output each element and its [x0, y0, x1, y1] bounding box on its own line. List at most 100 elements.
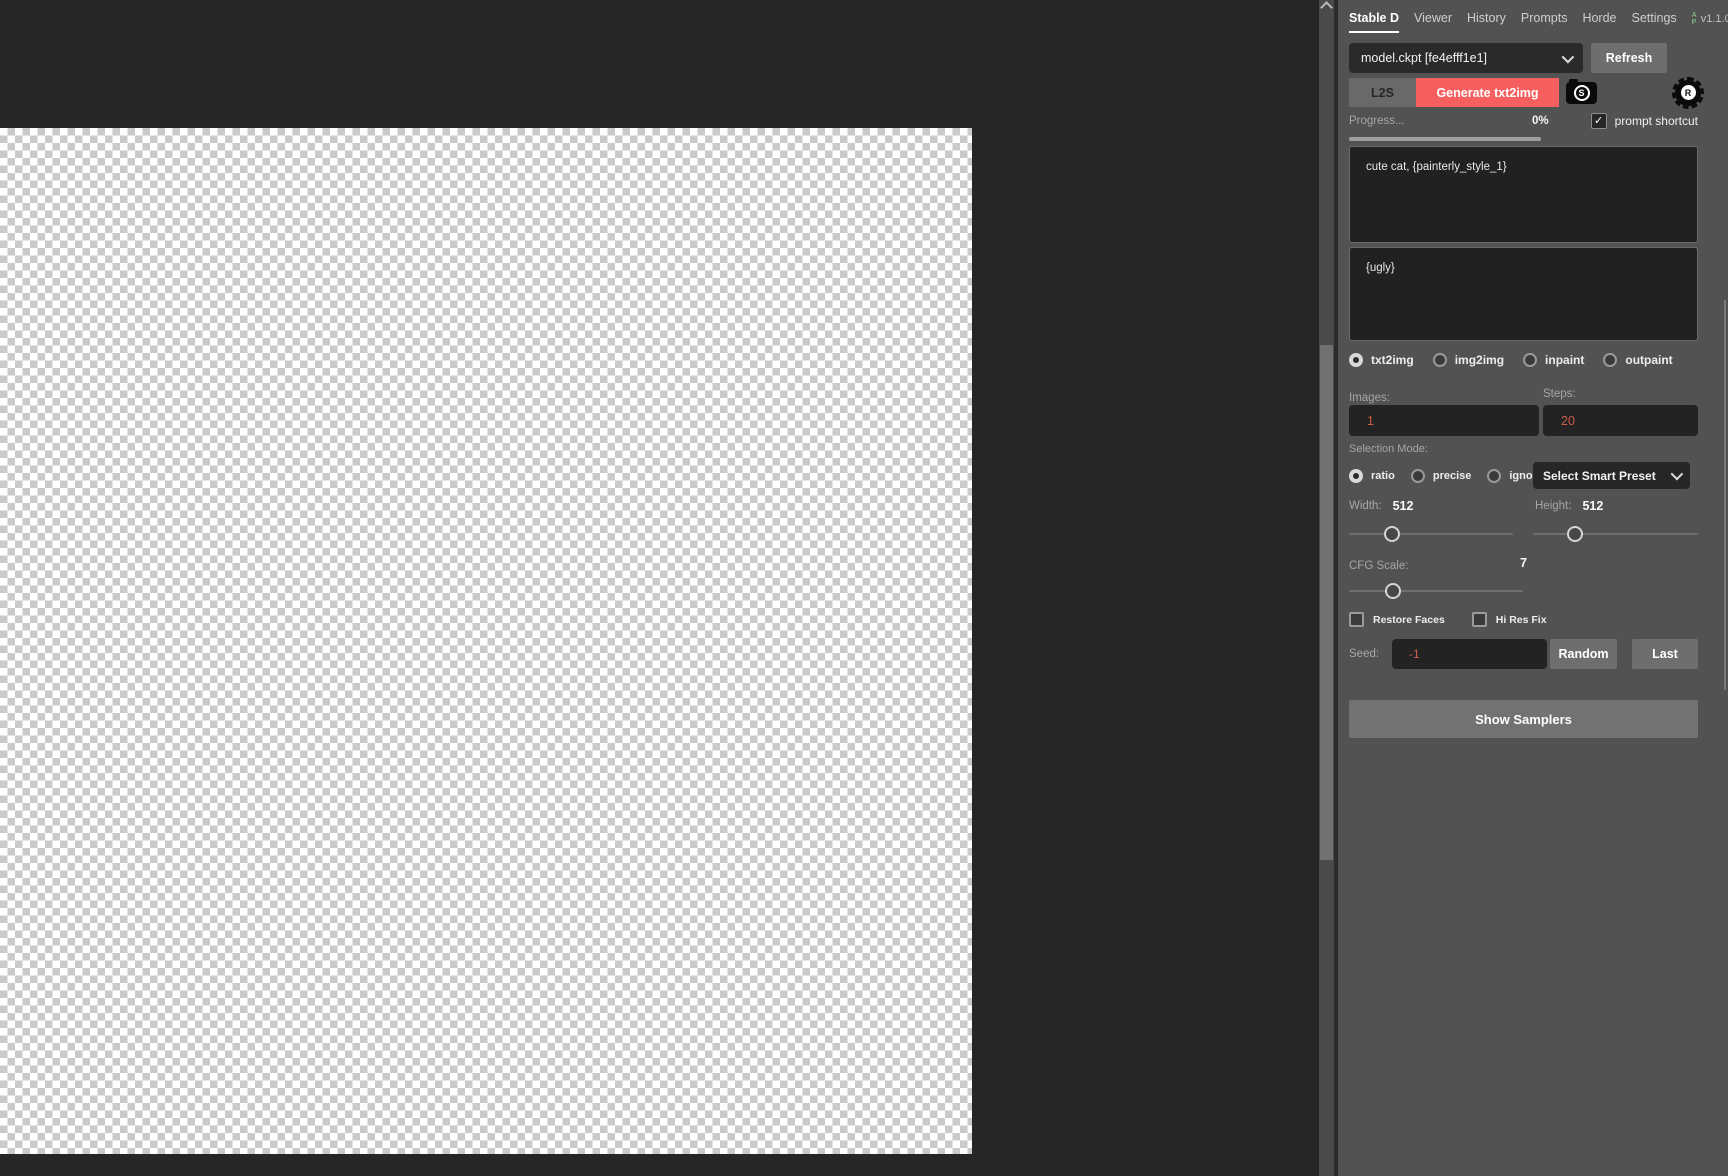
refresh-button[interactable]: Refresh	[1591, 43, 1667, 73]
cfg-scale-value: 7	[1520, 556, 1527, 570]
cfg-slider[interactable]	[1349, 582, 1523, 600]
radio-precise-label: precise	[1432, 469, 1472, 482]
random-seed-button[interactable]: Random	[1550, 639, 1617, 669]
radio-inpaint[interactable]: inpaint	[1523, 353, 1584, 367]
width-group: Width: 512	[1349, 499, 1413, 513]
fix-options-row: Restore Faces Hi Res Fix	[1349, 611, 1698, 628]
progress-percent: 0%	[1532, 115, 1549, 127]
width-value: 512	[1392, 499, 1414, 513]
tab-horde[interactable]: Horde	[1582, 11, 1616, 27]
generation-mode-radios: txt2img img2img inpaint outpaint	[1349, 352, 1698, 368]
negative-prompt-textarea[interactable]: {ugly}	[1349, 247, 1698, 341]
radio-txt2img-control[interactable]	[1349, 353, 1363, 367]
height-slider-track[interactable]	[1533, 533, 1698, 535]
cfg-slider-row	[1349, 582, 1698, 600]
selection-mode-row: ratio precise ignore Select Smart Preset	[1349, 462, 1698, 489]
radio-txt2img-label: txt2img	[1371, 353, 1414, 367]
plugin-version-group: A P v1.1.0	[1692, 12, 1728, 26]
action-row: L2S Generate txt2img S R	[1349, 76, 1704, 109]
tab-stable-d[interactable]: Stable D	[1349, 11, 1400, 33]
images-input[interactable]: 1	[1349, 405, 1539, 436]
width-height-sliders	[1349, 525, 1698, 543]
generate-txt2img-button[interactable]: Generate txt2img	[1416, 78, 1559, 107]
height-slider-thumb[interactable]	[1567, 526, 1583, 542]
restore-faces-label: Restore Faces	[1373, 613, 1445, 626]
images-steps-inputs: 1 20	[1349, 405, 1698, 436]
steps-input[interactable]: 20	[1543, 405, 1698, 436]
panel-tabs: Stable D Viewer History Prompts Horde Se…	[1349, 5, 1728, 33]
radio-inpaint-label: inpaint	[1545, 353, 1585, 367]
cfg-scale-row: CFG Scale: 7	[1349, 556, 1698, 572]
height-label: Height:	[1535, 500, 1572, 512]
gear-letter: R	[1680, 85, 1696, 100]
model-select-value: model.ckpt [fe4efff1e1]	[1361, 51, 1488, 65]
camera-snapshot-icon[interactable]: S	[1566, 78, 1597, 104]
hi-res-fix-checkbox[interactable]	[1471, 612, 1487, 627]
radio-txt2img[interactable]: txt2img	[1349, 353, 1414, 367]
width-height-labels: Width: 512 Height: 512	[1349, 499, 1698, 513]
radio-img2img[interactable]: img2img	[1432, 353, 1505, 367]
radio-precise[interactable]: precise	[1410, 468, 1472, 483]
seed-label: Seed:	[1349, 648, 1380, 660]
radio-ignore-control[interactable]	[1487, 468, 1502, 483]
cfg-slider-track[interactable]	[1349, 590, 1523, 592]
width-slider-track[interactable]	[1349, 533, 1513, 535]
seed-input[interactable]: -1	[1392, 639, 1547, 669]
height-group: Height: 512	[1535, 499, 1603, 513]
prompt-shortcut-checkbox[interactable]	[1590, 113, 1607, 129]
radio-inpaint-control[interactable]	[1523, 353, 1538, 367]
stable-diffusion-panel: Stable D Viewer History Prompts Horde Se…	[1338, 0, 1728, 1176]
document-canvas-transparent[interactable]	[0, 128, 972, 1154]
version-label: v1.1.0	[1700, 13, 1728, 25]
scroll-up-icon[interactable]	[1320, 1, 1333, 14]
smart-preset-value: Select Smart Preset	[1543, 468, 1656, 483]
progress-label: Progress...	[1349, 115, 1405, 127]
width-slider[interactable]	[1349, 525, 1513, 543]
model-row: model.ckpt [fe4efff1e1] Refresh	[1349, 43, 1698, 73]
positive-prompt-textarea[interactable]: cute cat, {painterly_style_1}	[1349, 146, 1698, 243]
radio-outpaint-label: outpaint	[1625, 353, 1673, 367]
height-value: 512	[1582, 499, 1604, 513]
restore-faces-checkbox[interactable]	[1349, 612, 1364, 627]
images-label: Images:	[1349, 392, 1390, 404]
chevron-down-icon	[1670, 467, 1684, 481]
radio-ratio-control[interactable]	[1349, 468, 1363, 483]
radio-outpaint-control[interactable]	[1603, 353, 1618, 367]
tab-prompts[interactable]: Prompts	[1521, 11, 1568, 27]
panel-scrollbar-thumb[interactable]	[1724, 300, 1726, 690]
radio-img2img-label: img2img	[1454, 353, 1505, 367]
radio-ratio[interactable]: ratio	[1349, 468, 1395, 483]
tab-history[interactable]: History	[1467, 11, 1506, 27]
chevron-down-icon	[1561, 50, 1575, 63]
gear-settings-icon[interactable]: R	[1672, 76, 1704, 109]
workspace-scrollbar[interactable]	[1319, 0, 1334, 1176]
tab-viewer[interactable]: Viewer	[1414, 11, 1452, 27]
last-seed-button[interactable]: Last	[1632, 639, 1698, 669]
radio-ratio-label: ratio	[1371, 469, 1395, 482]
width-slider-thumb[interactable]	[1384, 526, 1400, 542]
seed-row: Seed: -1 Random Last	[1349, 639, 1698, 669]
hi-res-fix-label: Hi Res Fix	[1495, 613, 1547, 626]
progress-bar	[1349, 137, 1541, 141]
ap-logo-p: P	[1691, 19, 1697, 26]
model-select[interactable]: model.ckpt [fe4efff1e1]	[1349, 43, 1583, 73]
ap-logo-a: A	[1691, 12, 1697, 19]
progress-row: Progress... 0% prompt shortcut	[1349, 112, 1698, 130]
height-slider[interactable]	[1533, 525, 1698, 543]
l2s-button[interactable]: L2S	[1349, 78, 1416, 107]
ap-logo-icon: A P	[1692, 12, 1697, 26]
steps-label: Steps:	[1543, 388, 1576, 400]
radio-img2img-control[interactable]	[1432, 353, 1447, 367]
scrollbar-thumb[interactable]	[1320, 345, 1333, 860]
images-steps-labels: Images: Steps:	[1349, 388, 1698, 404]
selection-mode-label: Selection Mode:	[1349, 443, 1428, 455]
cfg-scale-label: CFG Scale:	[1349, 560, 1409, 572]
show-samplers-button[interactable]: Show Samplers	[1349, 700, 1698, 738]
radio-precise-control[interactable]	[1410, 468, 1425, 483]
tab-settings[interactable]: Settings	[1632, 11, 1677, 27]
width-label: Width:	[1349, 500, 1382, 512]
smart-preset-select[interactable]: Select Smart Preset	[1533, 462, 1690, 489]
cfg-slider-thumb[interactable]	[1385, 583, 1401, 599]
radio-outpaint[interactable]: outpaint	[1603, 353, 1673, 367]
prompt-shortcut-label: prompt shortcut	[1614, 114, 1698, 128]
